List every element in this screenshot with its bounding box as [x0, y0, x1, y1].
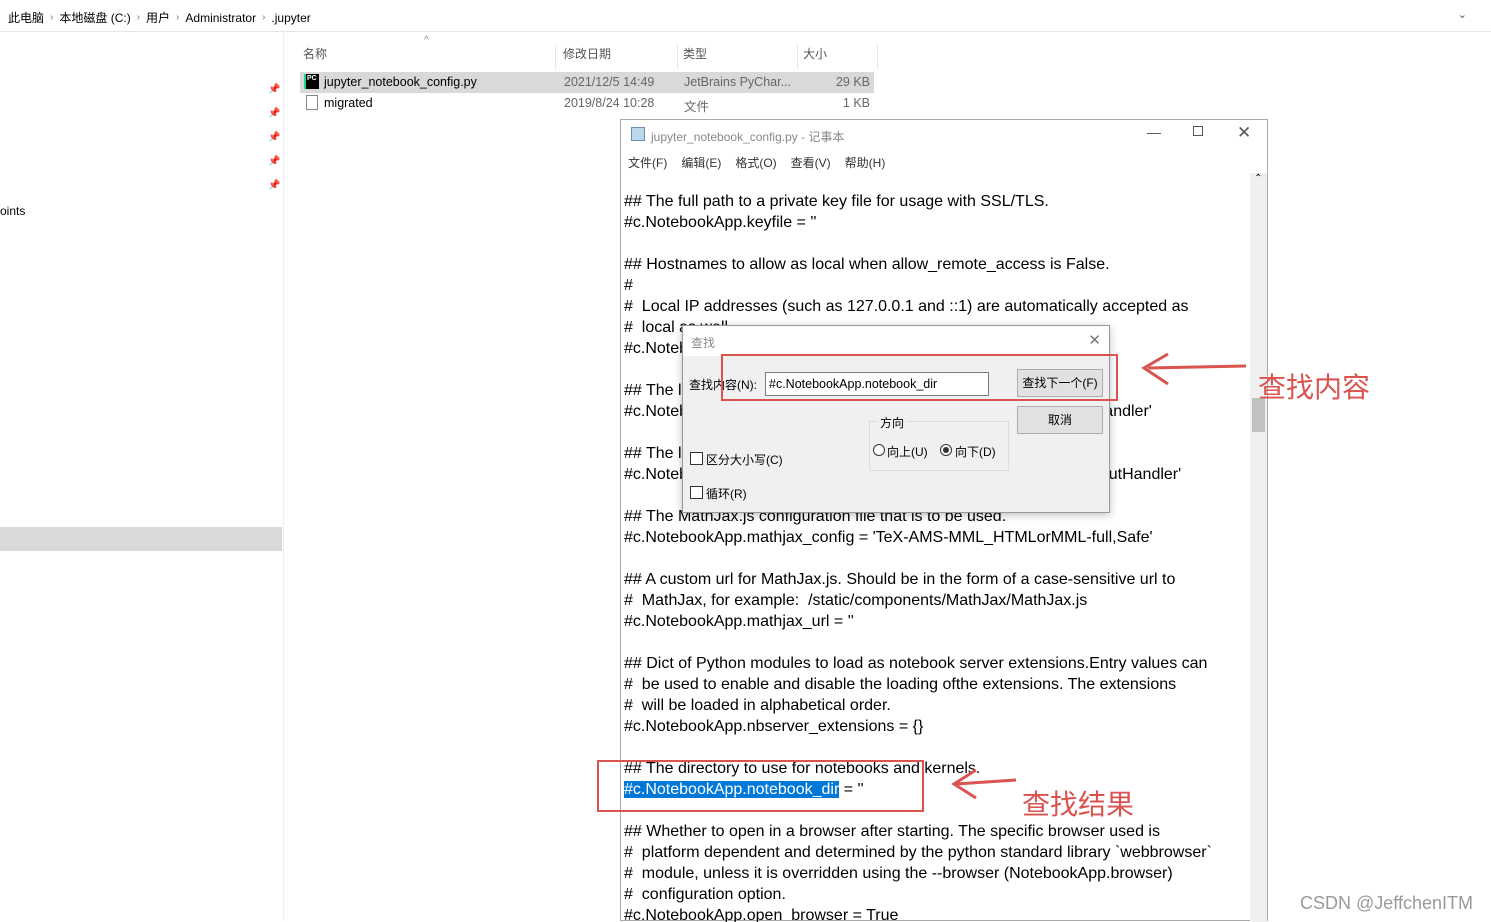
menu-item[interactable]: 帮助(H)	[845, 154, 886, 173]
match-case-label: 区分大小写(C)	[706, 453, 783, 467]
chevron-right-icon: ›	[176, 12, 180, 23]
direction-group: 方向 向上(U) 向下(D)	[869, 414, 1009, 471]
wrap-checkbox[interactable]	[690, 486, 703, 499]
breadcrumb-item[interactable]: 用户	[146, 9, 170, 26]
text-line: ## Whether to open in a browser after st…	[624, 823, 1160, 840]
file-size: 1 KB	[842, 96, 870, 110]
text-line: # platform dependent and determined by t…	[624, 844, 1212, 861]
pin-icon: 📌	[268, 132, 281, 143]
file-date: 2021/12/5 14:49	[564, 75, 655, 89]
breadcrumb-item[interactable]: Administrator	[185, 11, 256, 25]
match-case-checkbox[interactable]	[690, 452, 703, 465]
nav-item[interactable]: oints	[0, 204, 25, 218]
text-line: # module, unless it is overridden using …	[624, 865, 1173, 882]
menu-item[interactable]: 查看(V)	[791, 154, 831, 173]
pin-icon: 📌	[268, 108, 281, 119]
text-line: # be used to enable and disable the load…	[624, 676, 1177, 693]
file-name: jupyter_notebook_config.py	[324, 75, 477, 89]
column-date[interactable]: 修改日期	[558, 45, 678, 69]
annotation-find-content: 查找内容	[1258, 372, 1371, 403]
pin-icon: 📌	[268, 180, 281, 191]
chevron-right-icon: ›	[136, 12, 141, 23]
file-date: 2019/8/24 10:28	[564, 96, 655, 110]
vertical-scrollbar[interactable]: ⌃	[1250, 173, 1267, 922]
minimize-button[interactable]: —	[1147, 124, 1161, 140]
text-line: # will be loaded in alphabetical order.	[624, 697, 891, 714]
pycharm-file-icon: PC	[304, 74, 319, 89]
annotation-find-result: 查找结果	[1022, 789, 1135, 820]
cancel-button[interactable]: 取消	[1017, 406, 1103, 434]
file-row[interactable]: migrated 2019/8/24 10:28 文件 1 KB	[300, 93, 874, 114]
text-line: # MathJax, for example: /static/componen…	[624, 592, 1088, 609]
text-line: #c.NotebookApp.keyfile = ''	[624, 214, 817, 231]
chevron-right-icon: ›	[50, 12, 54, 23]
breadcrumb-item[interactable]: 本地磁盘 (C:)	[59, 9, 130, 26]
text-line: #	[624, 277, 633, 294]
annotation-box-find	[721, 354, 1118, 401]
column-name[interactable]: 名称	[298, 45, 556, 69]
radio-down[interactable]	[940, 444, 952, 456]
notepad-icon	[631, 127, 645, 141]
annotation-arrow-icon	[951, 768, 1017, 800]
window-title: jupyter_notebook_config.py - 记事本	[651, 130, 845, 144]
text-line: ## The full path to a private key file f…	[624, 193, 1049, 210]
text-line: #c.NotebookApp.mathjax_config = 'TeX-AMS…	[624, 529, 1153, 546]
text-line: #c.NotebookApp.nbserver_extensions = {}	[624, 718, 924, 735]
menu-item[interactable]: 格式(O)	[735, 154, 776, 173]
title-bar[interactable]: jupyter_notebook_config.py - 记事本 — ✕	[621, 120, 1267, 149]
breadcrumb-item[interactable]: .jupyter	[271, 11, 310, 25]
text-line: ## A custom url for MathJax.js. Should b…	[624, 571, 1176, 588]
radio-up[interactable]	[873, 444, 885, 456]
radio-down-label: 向下(D)	[955, 445, 996, 459]
pin-icon: 📌	[268, 84, 281, 95]
file-size: 29 KB	[835, 75, 870, 89]
text-line: # configuration option.	[624, 886, 786, 903]
address-bar[interactable]: 此电脑 › 本地磁盘 (C:) › 用户 › Administrator › .jupyter …	[0, 0, 1491, 32]
text-line: ## Dict of Python modules to load as not…	[624, 655, 1208, 672]
chevron-right-icon: ›	[262, 12, 266, 23]
dialog-title: 查找	[691, 336, 716, 350]
watermark: CSDN @JeffchenITM	[1300, 893, 1473, 913]
menu-item[interactable]: 文件(F)	[628, 154, 667, 173]
breadcrumb-item[interactable]: 此电脑	[8, 9, 44, 26]
radio-up-label: 向上(U)	[887, 445, 928, 459]
text-line: #c.NotebookApp.open_browser = True	[624, 907, 899, 922]
direction-label: 方向	[878, 414, 907, 431]
scroll-up-arrow-icon[interactable]: ⌃	[1254, 173, 1262, 184]
menu-item[interactable]: 编辑(E)	[681, 154, 721, 173]
chevron-down-icon[interactable]: ⌄	[1458, 8, 1467, 21]
file-type: JetBrains PyChar...	[684, 75, 791, 89]
file-type: 文件	[684, 100, 710, 114]
text-line: #c.NotebookApp.mathjax_url = ''	[624, 613, 854, 630]
annotation-arrow-icon	[1141, 352, 1247, 386]
menu-bar: 文件(F) 编辑(E) 格式(O) 查看(V) 帮助(H)	[621, 149, 1267, 173]
text-line: # Local IP addresses (such as 127.0.0.1 …	[624, 298, 1189, 315]
column-size[interactable]: 大小	[798, 45, 878, 69]
column-type[interactable]: 类型	[678, 45, 798, 69]
text-line: ## Hostnames to allow as local when allo…	[624, 256, 1110, 273]
nav-item-selected[interactable]	[0, 527, 282, 551]
close-icon[interactable]: ✕	[1088, 331, 1101, 349]
wrap-label: 循环(R)	[706, 487, 747, 501]
file-row[interactable]: PC jupyter_notebook_config.py 2021/12/5 …	[300, 72, 874, 93]
blank-file-icon	[306, 95, 318, 110]
close-button[interactable]: ✕	[1237, 123, 1251, 143]
file-name: migrated	[324, 96, 373, 110]
annotation-box-result	[597, 760, 924, 812]
maximize-button[interactable]	[1193, 126, 1203, 136]
pin-icon: 📌	[268, 156, 281, 167]
navigation-pane: 📌 📌 📌 📌 📌 oints	[0, 32, 284, 921]
